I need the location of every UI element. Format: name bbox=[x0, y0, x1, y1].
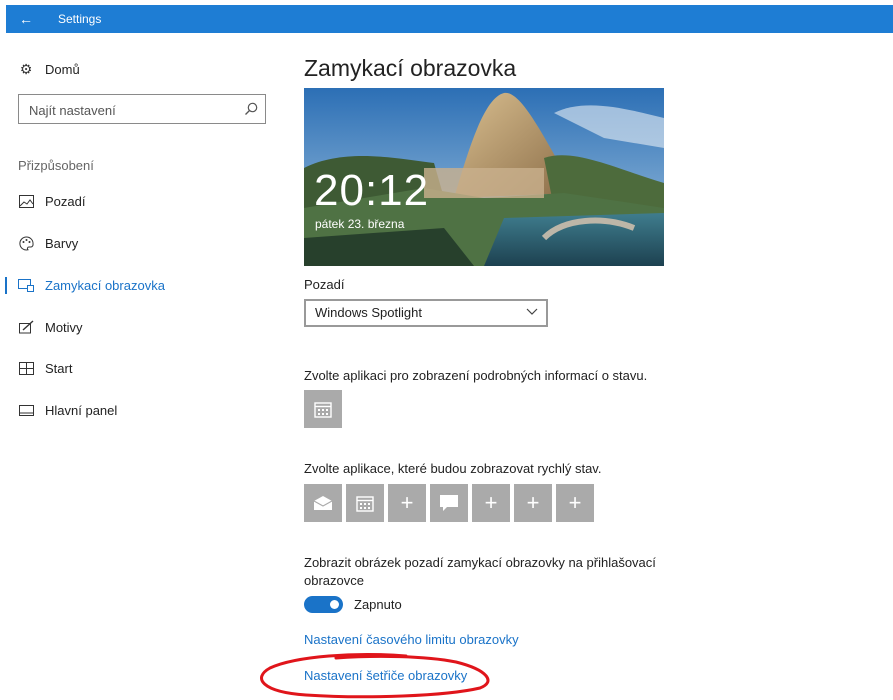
quick-status-tile-mail[interactable] bbox=[304, 484, 342, 522]
signin-background-label: Zobrazit obrázek pozadí zamykací obrazov… bbox=[304, 555, 656, 570]
quick-status-tile-calendar[interactable] bbox=[346, 484, 384, 522]
title-bar: ← Settings bbox=[6, 5, 893, 33]
start-icon bbox=[18, 360, 34, 376]
sidebar-item-label: Zamykací obrazovka bbox=[45, 277, 165, 293]
gear-icon: ⚙ bbox=[19, 60, 33, 77]
palette-icon bbox=[18, 235, 34, 251]
toggle-state-label: Zapnuto bbox=[354, 597, 402, 612]
back-arrow-icon: ← bbox=[19, 11, 33, 27]
screensaver-link[interactable]: Nastavení šetřiče obrazovky bbox=[304, 668, 467, 683]
detailed-status-label: Zvolte aplikaci pro zobrazení podrobných… bbox=[304, 368, 648, 383]
mail-icon bbox=[313, 496, 333, 510]
window-title: Settings bbox=[58, 12, 102, 26]
plus-icon: + bbox=[400, 490, 414, 515]
sidebar-item-label: Hlavní panel bbox=[45, 402, 118, 418]
background-dropdown[interactable]: Windows Spotlight bbox=[304, 299, 548, 327]
quick-status-tile-messaging[interactable] bbox=[430, 484, 468, 522]
main-panel: Zamykací obrazovka 20:12 pátek 23. březn… bbox=[304, 33, 884, 700]
signin-background-toggle[interactable] bbox=[304, 596, 343, 613]
taskbar-icon bbox=[18, 402, 34, 418]
lock-screen-preview: 20:12 pátek 23. března bbox=[304, 88, 664, 266]
signin-background-label-cont: obrazovce bbox=[304, 573, 364, 588]
detailed-status-app-tile[interactable] bbox=[304, 390, 342, 428]
lock-screen-icon bbox=[18, 277, 34, 293]
background-label: Pozadí bbox=[304, 277, 345, 292]
picture-icon bbox=[18, 193, 34, 209]
chevron-down-icon bbox=[526, 308, 538, 315]
quick-status-tile-add[interactable]: + bbox=[556, 484, 594, 522]
themes-icon bbox=[18, 319, 34, 335]
sidebar-item-label: Pozadí bbox=[45, 193, 86, 209]
plus-icon: + bbox=[526, 490, 540, 515]
plus-icon: + bbox=[484, 490, 498, 515]
preview-date: pátek 23. března bbox=[315, 217, 405, 231]
quick-status-tile-add[interactable]: + bbox=[514, 484, 552, 522]
sidebar-item-label: Motivy bbox=[45, 319, 83, 335]
search-box[interactable] bbox=[18, 94, 266, 124]
page-title: Zamykací obrazovka bbox=[304, 55, 517, 81]
active-indicator bbox=[5, 277, 7, 294]
calendar-icon bbox=[356, 496, 374, 512]
sidebar: ⚙ Domů Přizpůsobení Pozadí Barvy Zamykac… bbox=[0, 33, 290, 700]
back-button[interactable]: ← bbox=[6, 5, 46, 33]
calendar-icon bbox=[314, 402, 332, 418]
toggle-knob bbox=[330, 600, 339, 609]
sidebar-item-label: Barvy bbox=[45, 235, 79, 251]
background-dropdown-value: Windows Spotlight bbox=[315, 305, 422, 320]
screen-timeout-link[interactable]: Nastavení časového limitu obrazovky bbox=[304, 632, 519, 647]
quick-status-tile-add[interactable]: + bbox=[472, 484, 510, 522]
quick-status-tile-add[interactable]: + bbox=[388, 484, 426, 522]
search-icon[interactable] bbox=[243, 101, 259, 117]
message-icon bbox=[440, 495, 458, 511]
quick-status-label: Zvolte aplikace, které budou zobrazovat … bbox=[304, 461, 602, 476]
section-heading: Přizpůsobení bbox=[18, 158, 94, 173]
plus-icon: + bbox=[568, 490, 582, 515]
sidebar-item-label: Start bbox=[45, 360, 73, 376]
search-input[interactable] bbox=[27, 100, 241, 120]
home-label: Domů bbox=[45, 61, 80, 77]
preview-time: 20:12 bbox=[314, 166, 430, 215]
